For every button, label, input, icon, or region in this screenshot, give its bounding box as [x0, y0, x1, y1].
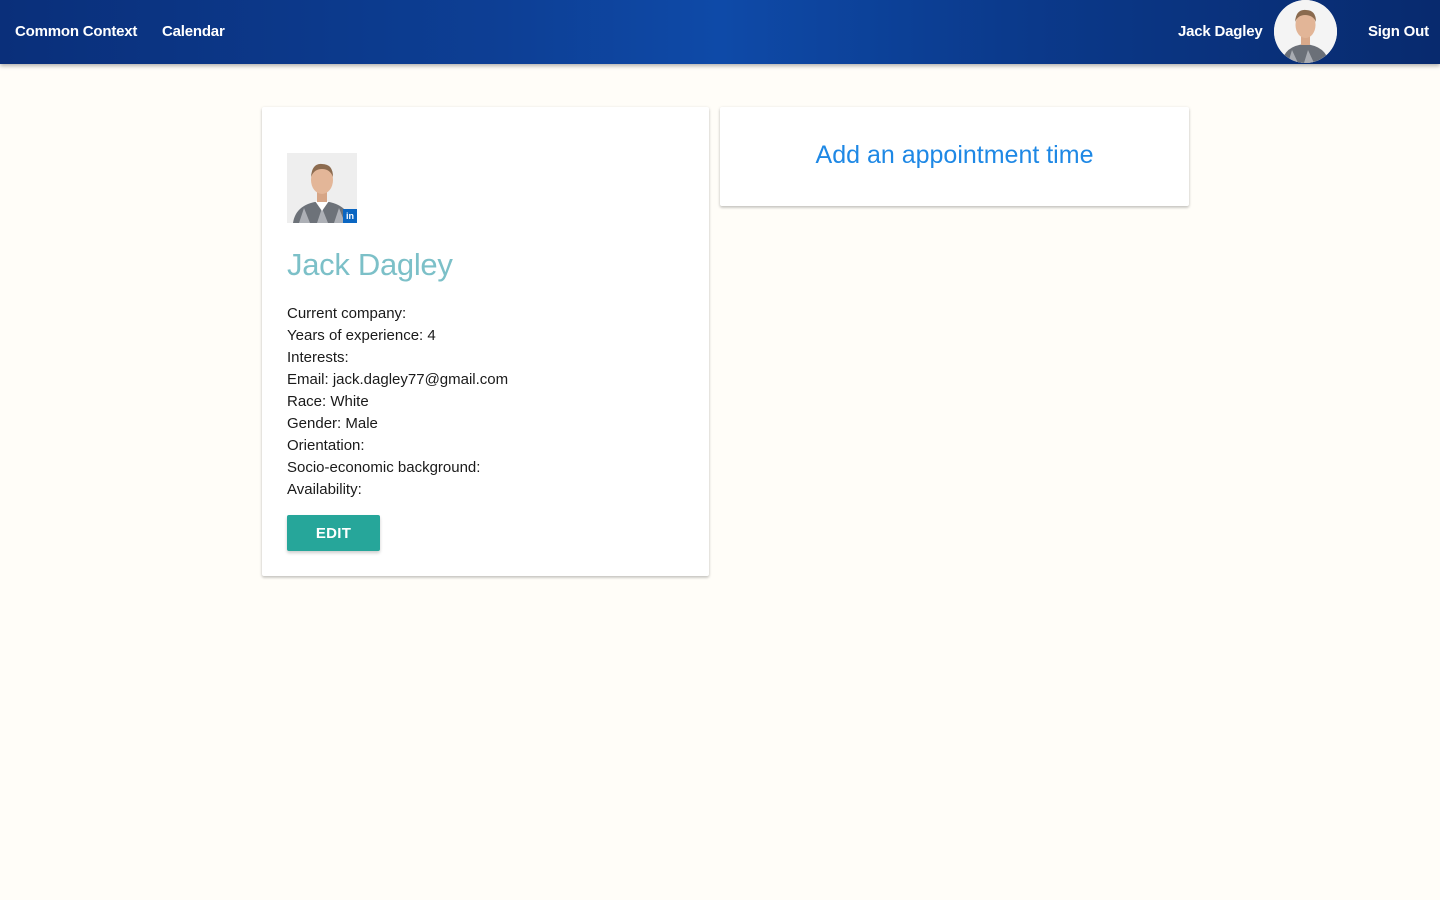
detail-availability: Availability:: [287, 481, 362, 498]
appointment-card: Add an appointment time: [720, 107, 1189, 206]
top-navbar: Common Context Calendar Jack Dagley Sign…: [0, 0, 1440, 64]
profile-name: Jack Dagley: [287, 247, 453, 282]
detail-current-company: Current company:: [287, 305, 407, 322]
avatar-portrait-icon: [1274, 0, 1337, 63]
profile-details: Current company: Years of experience: 4 …: [287, 303, 508, 501]
nav-calendar-link[interactable]: Calendar: [162, 0, 225, 64]
sign-out-link[interactable]: Sign Out: [1368, 0, 1429, 64]
profile-card: in Jack Dagley Current company: Years of…: [262, 107, 709, 576]
detail-email: Email: jack.dagley77@gmail.com: [287, 371, 509, 388]
detail-years-experience: Years of experience: 4: [287, 327, 436, 344]
detail-gender: Gender: Male: [287, 415, 378, 432]
detail-interests: Interests:: [287, 349, 349, 366]
user-avatar[interactable]: [1274, 0, 1337, 63]
add-appointment-link[interactable]: Add an appointment time: [720, 141, 1189, 170]
linkedin-icon[interactable]: in: [343, 209, 357, 223]
detail-orientation: Orientation:: [287, 437, 365, 454]
edit-profile-button[interactable]: EDIT: [287, 515, 380, 551]
detail-socio-economic: Socio-economic background:: [287, 459, 481, 476]
detail-race: Race: White: [287, 393, 369, 410]
nav-user-name-link[interactable]: Jack Dagley: [1178, 0, 1263, 64]
profile-photo: in: [287, 153, 357, 223]
brand-link[interactable]: Common Context: [15, 0, 137, 64]
